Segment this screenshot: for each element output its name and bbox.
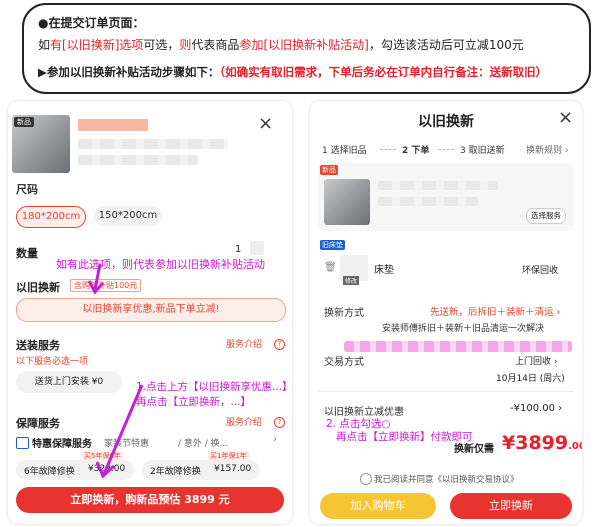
annotation-text: 再点击【立即换新】付款即可: [336, 431, 473, 443]
tradein-panel: 以旧换新 × 1 选择旧品 2 下单 3 取旧送新 换新规则 › 新品 选择服务…: [310, 101, 582, 524]
add-to-cart-button[interactable]: 加入购物车: [320, 493, 436, 519]
divider: [318, 391, 574, 392]
price-value: ¥3899.00: [502, 432, 582, 454]
new-item-blur-2: [378, 197, 478, 206]
trash-icon[interactable]: 🗑: [324, 262, 337, 273]
new-item-badge: 新品: [320, 165, 338, 175]
tradein-method-label: 换新方式: [324, 308, 364, 319]
pickup-method-value[interactable]: 上门回收 ›: [515, 354, 557, 367]
agreement-checkbox[interactable]: [360, 473, 372, 485]
panel-title: 以旧换新: [418, 114, 474, 130]
tradein-method-desc: 安装师傅拆旧＋装新＋旧品清运一次解决: [382, 324, 545, 334]
discount-value[interactable]: -¥100.00 ›: [510, 403, 562, 414]
new-item-blur: [378, 181, 498, 190]
price-decimal: .00: [568, 441, 582, 452]
step-divider: [380, 149, 396, 150]
new-item-thumbnail: [324, 179, 370, 225]
close-icon[interactable]: ×: [558, 107, 573, 128]
price-integer: ¥3899: [502, 432, 569, 454]
price-label: 换新仅需: [454, 444, 494, 455]
step-1: 1 选择旧品: [322, 146, 367, 156]
old-item-name: 床垫: [374, 265, 394, 276]
old-item-tag[interactable]: 修改: [343, 276, 360, 285]
arrow-line: [102, 384, 144, 475]
pickup-date[interactable]: 10月14日 (周六): [496, 371, 565, 384]
agreement-text[interactable]: 我已阅读并同意《以旧换新交易协议》: [374, 473, 519, 485]
select-service-button[interactable]: 选择服务: [526, 208, 566, 224]
tradein-method-value[interactable]: 先送新，后拆旧＋装新＋清运 ›: [430, 304, 560, 318]
annotation-step2b: 再点击【立即换新】付款即可: [336, 429, 473, 444]
old-item-badge: 旧床垫: [320, 240, 345, 250]
step-2: 2 下单: [402, 146, 430, 156]
rules-link[interactable]: 换新规则 ›: [526, 143, 568, 156]
redacted-address: [344, 341, 572, 352]
buy-now-button[interactable]: 立即换新: [450, 493, 572, 519]
step-3: 3 取旧送新: [460, 146, 505, 156]
recycle-label: 环保回收: [522, 266, 559, 276]
step-divider: [438, 149, 454, 150]
pickup-method-label: 交易方式: [324, 357, 364, 368]
